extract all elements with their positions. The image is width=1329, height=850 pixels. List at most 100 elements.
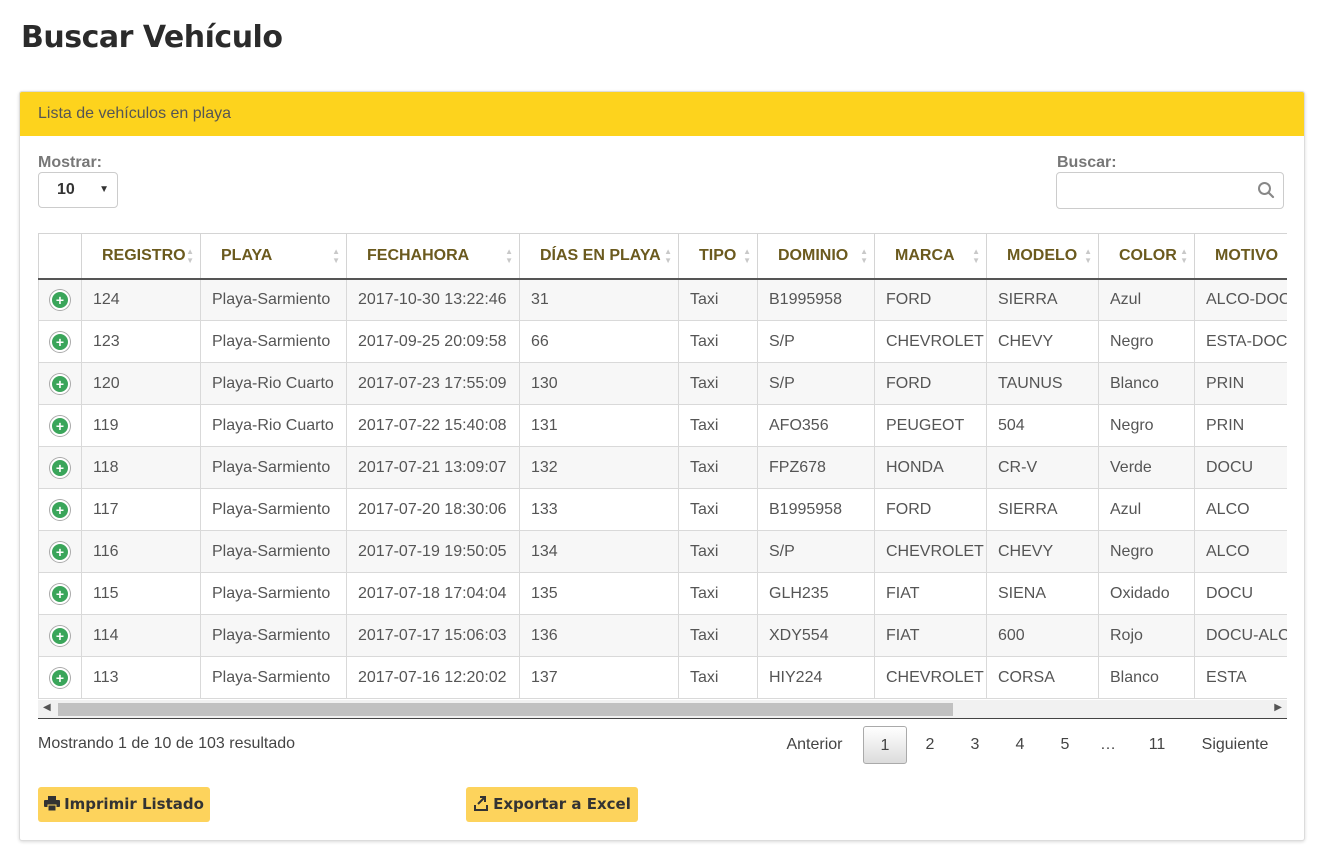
- table-row: +117 Playa-Sarmiento 2017-07-20 18:30:06 13…: [38, 488, 1287, 531]
- table-cell: TAUNUS: [986, 362, 1099, 405]
- table-cell: Taxi: [678, 572, 758, 615]
- table-cell: PEUGEOT: [874, 404, 987, 447]
- table-cell: ESTA: [1194, 656, 1287, 699]
- column-header-días-en-playa[interactable]: DÍAS EN PLAYA ▲ ▼: [519, 233, 679, 280]
- table-cell: XDY554: [757, 614, 875, 657]
- column-header-modelo[interactable]: MODELO ▲ ▼: [986, 233, 1099, 280]
- column-header-tipo[interactable]: TIPO ▲ ▼: [678, 233, 758, 280]
- table-cell: Rojo: [1098, 614, 1195, 657]
- table-row: +115 Playa-Sarmiento 2017-07-18 17:04:04 13…: [38, 572, 1287, 615]
- expand-plus-icon[interactable]: +: [50, 373, 70, 394]
- table-row: +123 Playa-Sarmiento 2017-09-25 20:09:58 66…: [38, 320, 1287, 363]
- column-header-motivo[interactable]: MOTIVO▲▼: [1194, 233, 1287, 280]
- table-cell: FORD: [874, 488, 987, 531]
- table-row: +116 Playa-Sarmiento 2017-07-19 19:50:05 13…: [38, 530, 1287, 573]
- sort-icon: ▲ ▼: [972, 247, 980, 265]
- pagination-next[interactable]: Siguiente: [1195, 726, 1275, 764]
- table-cell: Taxi: [678, 404, 758, 447]
- table-cell: Playa-Rio Cuarto: [200, 404, 347, 447]
- column-header-registro[interactable]: REGISTRO ▲ ▼: [81, 233, 201, 280]
- table-cell: Oxidado: [1098, 572, 1195, 615]
- pagination-page-3[interactable]: 3: [960, 726, 990, 764]
- table-cell: HONDA: [874, 446, 987, 489]
- table-row: +118 Playa-Sarmiento 2017-07-21 13:09:07 13…: [38, 446, 1287, 489]
- expand-plus-icon[interactable]: +: [50, 289, 70, 310]
- table-cell: DOCU-ALCO: [1194, 614, 1287, 657]
- column-header-fechahora[interactable]: FECHAHORA ▲ ▼: [346, 233, 520, 280]
- table-cell: 116: [81, 530, 201, 573]
- pagination-page-2[interactable]: 2: [915, 726, 945, 764]
- chevron-down-icon: ▼: [99, 184, 109, 195]
- expand-plus-icon[interactable]: +: [50, 625, 70, 646]
- page-size-select[interactable]: 10 ▼: [38, 172, 118, 208]
- print-list-button[interactable]: Imprimir Listado: [38, 787, 210, 822]
- table-cell: 118: [81, 446, 201, 489]
- search-input[interactable]: [1065, 173, 1259, 208]
- table-cell: S/P: [757, 362, 875, 405]
- table-cell: SIERRA: [986, 278, 1099, 321]
- table-cell: CHEVY: [986, 530, 1099, 573]
- expand-plus-icon[interactable]: +: [50, 499, 70, 520]
- pagination-page-5[interactable]: 5: [1050, 726, 1080, 764]
- table-cell: 135: [519, 572, 679, 615]
- table-cell: Playa-Rio Cuarto: [200, 362, 347, 405]
- column-header-label: MARCA: [895, 246, 955, 264]
- table-cell: PRIN: [1194, 404, 1287, 447]
- table-cell: Taxi: [678, 530, 758, 573]
- table-body: +124 Playa-Sarmiento 2017-10-30 13:22:46 31…: [38, 278, 1287, 699]
- column-header-marca[interactable]: MARCA ▲ ▼: [874, 233, 987, 280]
- table-cell: SIERRA: [986, 488, 1099, 531]
- table-row: +124 Playa-Sarmiento 2017-10-30 13:22:46 31…: [38, 278, 1287, 321]
- row-expand-cell: +: [38, 362, 82, 405]
- sort-icon: ▲ ▼: [860, 247, 868, 265]
- horizontal-scrollbar[interactable]: ◀ ▶: [38, 700, 1287, 719]
- table-cell: 2017-07-20 18:30:06: [346, 488, 520, 531]
- table-cell: FIAT: [874, 572, 987, 615]
- table-cell: CR-V: [986, 446, 1099, 489]
- column-header-label: PLAYA: [221, 246, 273, 264]
- panel-heading: Lista de vehículos en playa: [20, 92, 1304, 136]
- expand-plus-icon[interactable]: +: [50, 331, 70, 352]
- table-cell: CORSA: [986, 656, 1099, 699]
- table-cell: GLH235: [757, 572, 875, 615]
- scroll-right-icon[interactable]: ▶: [1274, 702, 1282, 713]
- table-cell: 2017-07-18 17:04:04: [346, 572, 520, 615]
- table-cell: ESTA-DOCU: [1194, 320, 1287, 363]
- table-cell: Playa-Sarmiento: [200, 530, 347, 573]
- table-cell: HIY224: [757, 656, 875, 699]
- scrollbar-thumb[interactable]: [58, 703, 953, 716]
- table-cell: Verde: [1098, 446, 1195, 489]
- sort-icon: ▲ ▼: [743, 247, 751, 265]
- row-expand-cell: +: [38, 530, 82, 573]
- table-cell: 115: [81, 572, 201, 615]
- table-cell: 113: [81, 656, 201, 699]
- table-cell: CHEVROLET: [874, 656, 987, 699]
- expand-plus-icon[interactable]: +: [50, 457, 70, 478]
- table-cell: 504: [986, 404, 1099, 447]
- row-expand-cell: +: [38, 488, 82, 531]
- table-cell: FORD: [874, 362, 987, 405]
- scroll-left-icon[interactable]: ◀: [43, 702, 51, 713]
- table-cell: Taxi: [678, 362, 758, 405]
- table-cell: 131: [519, 404, 679, 447]
- export-excel-button[interactable]: Exportar a Excel: [466, 787, 638, 822]
- pagination-page-4[interactable]: 4: [1005, 726, 1035, 764]
- table-cell: 600: [986, 614, 1099, 657]
- search-field: [1056, 172, 1284, 209]
- table-row: +113 Playa-Sarmiento 2017-07-16 12:20:02 13…: [38, 656, 1287, 699]
- column-header-dominio[interactable]: DOMINIO ▲ ▼: [757, 233, 875, 280]
- table-cell: AFO356: [757, 404, 875, 447]
- expand-plus-icon[interactable]: +: [50, 667, 70, 688]
- pagination-prev[interactable]: Anterior: [777, 726, 852, 764]
- table-cell: 2017-09-25 20:09:58: [346, 320, 520, 363]
- expand-plus-icon[interactable]: +: [50, 541, 70, 562]
- pagination-page-1[interactable]: 1: [863, 726, 907, 764]
- column-header-playa[interactable]: PLAYA ▲ ▼: [200, 233, 347, 280]
- expand-plus-icon[interactable]: +: [50, 415, 70, 436]
- table-cell: SIENA: [986, 572, 1099, 615]
- table-cell: 2017-07-22 15:40:08: [346, 404, 520, 447]
- pagination-page-11[interactable]: 11: [1137, 726, 1177, 764]
- table-cell: Blanco: [1098, 362, 1195, 405]
- column-header-color[interactable]: COLOR ▲ ▼: [1098, 233, 1195, 280]
- expand-plus-icon[interactable]: +: [50, 583, 70, 604]
